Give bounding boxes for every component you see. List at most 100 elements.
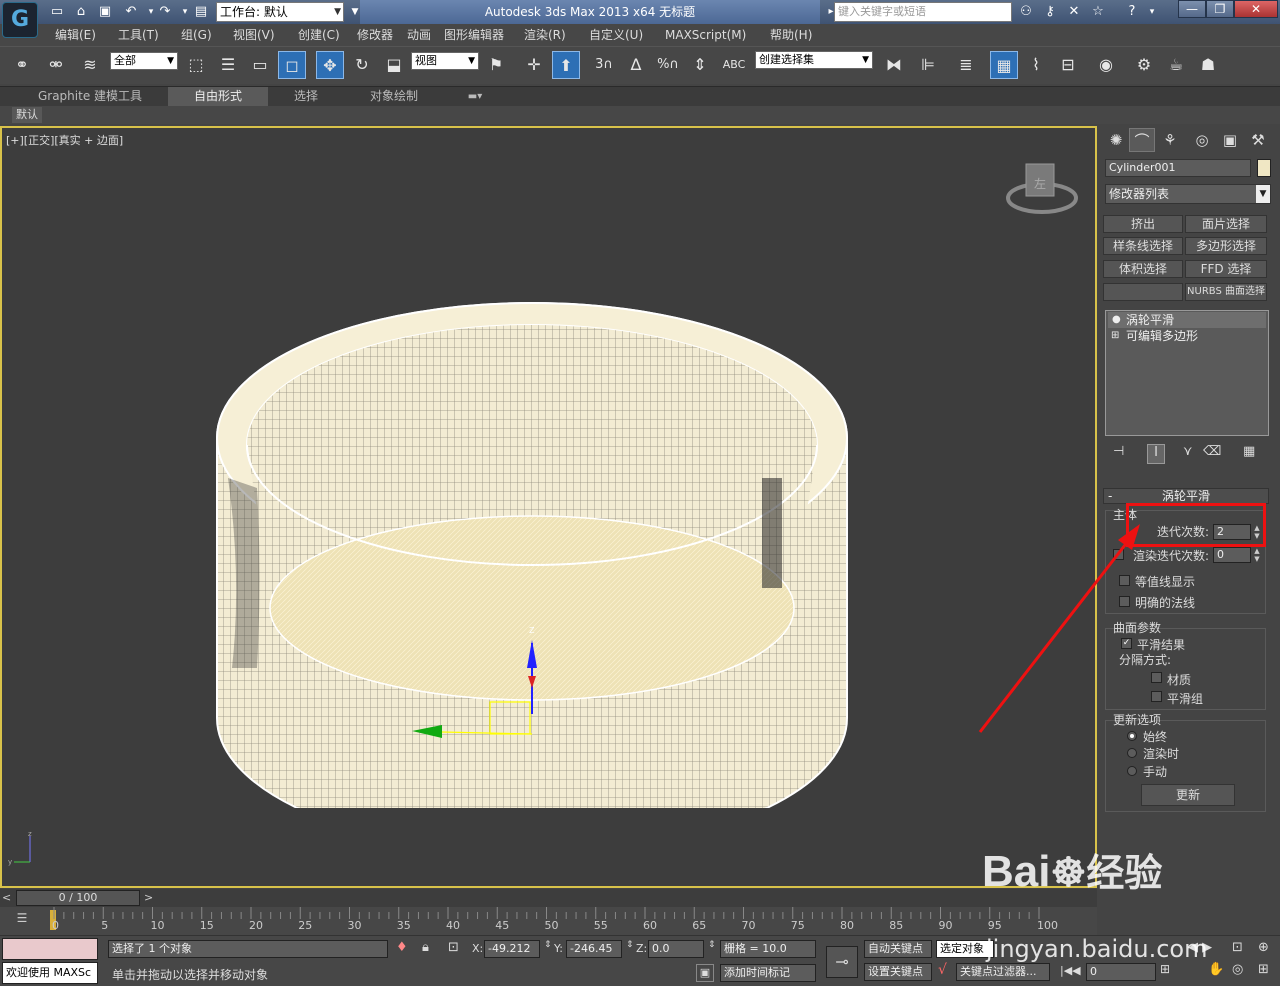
select-and-rotate-icon[interactable]: ↻ xyxy=(348,51,376,79)
open-file-icon[interactable]: ⌂ xyxy=(72,3,90,21)
help-dropdown-icon[interactable]: ▾ xyxy=(1142,3,1162,21)
render-iters-spin-arrows[interactable]: ▲ ▼ xyxy=(1253,547,1261,563)
create-tab-icon[interactable]: ✺ xyxy=(1103,128,1129,152)
stack-item-turbosmooth[interactable]: ● 涡轮平滑 xyxy=(1108,312,1266,328)
percent-snap-icon[interactable]: %∩ xyxy=(654,51,682,79)
window-crossing-icon[interactable]: ◻ xyxy=(278,51,306,79)
poly-select-button[interactable]: 多边形选择 xyxy=(1185,237,1267,255)
ffd-select-button[interactable]: FFD 选择 xyxy=(1185,260,1267,278)
maxscript-listener-mini[interactable] xyxy=(2,938,98,960)
menu-group[interactable]: 组(G) xyxy=(181,24,212,46)
unlink-icon[interactable]: ⚮ xyxy=(42,51,70,79)
z-spin-icon[interactable]: ⇕ xyxy=(708,940,716,950)
workspace-dropdown[interactable]: 工作台: 默认 ▼ xyxy=(216,2,344,22)
menu-rendering[interactable]: 渲染(R) xyxy=(524,24,566,46)
track-bar[interactable]: ☰ 0 5 10 15 20 25 30 35 40 45 50 55 60 65 70 75 80 85 90 95… xyxy=(0,907,1097,935)
pin-stack-icon[interactable]: ⊣ xyxy=(1113,444,1124,464)
spline-select-button[interactable]: 样条线选择 xyxy=(1103,237,1183,255)
x-coordinate-field[interactable]: -49.212 xyxy=(484,940,540,958)
close-button[interactable]: ✕ xyxy=(1234,0,1278,18)
menu-help[interactable]: 帮助(H) xyxy=(770,24,812,46)
mirror-icon[interactable]: ⧓ xyxy=(880,51,908,79)
update-manual-radio[interactable] xyxy=(1127,766,1137,776)
mini-curve-editor-icon[interactable]: ☰ xyxy=(10,911,34,929)
prev-frame-icon[interactable]: < xyxy=(2,891,11,904)
patch-select-button[interactable]: 面片选择 xyxy=(1185,215,1267,233)
angle-snap-icon[interactable]: ∆ xyxy=(622,51,650,79)
smoothing-groups-checkbox[interactable] xyxy=(1151,691,1162,702)
render-iters-spinner[interactable]: 0 xyxy=(1213,547,1251,563)
menu-animation[interactable]: 动画 xyxy=(407,24,431,46)
viewport-label[interactable]: [+][正交][真实 + 边面] xyxy=(6,132,123,148)
minimize-button[interactable]: — xyxy=(1178,0,1206,18)
auto-key-button[interactable]: 自动关键点 xyxy=(864,940,932,958)
app-logo-icon[interactable]: G xyxy=(2,2,38,38)
menu-customize[interactable]: 自定义(U) xyxy=(589,24,643,46)
menu-edit[interactable]: 编辑(E) xyxy=(55,24,96,46)
snaps-toggle-icon[interactable]: 3∩ xyxy=(590,51,618,79)
time-tag-icon[interactable]: ▣ xyxy=(696,964,714,982)
menu-modifiers[interactable]: 修改器 xyxy=(357,24,393,46)
render-setup-icon[interactable]: ⚙ xyxy=(1130,51,1158,79)
show-end-result-icon[interactable]: I xyxy=(1147,444,1165,464)
cylinder-mesh[interactable]: Z xyxy=(202,248,862,808)
menu-graph-editors[interactable]: 图形编辑器 xyxy=(444,24,504,46)
menu-tools[interactable]: 工具(T) xyxy=(118,24,159,46)
make-unique-icon[interactable]: ⋎ xyxy=(1183,444,1193,464)
menu-create[interactable]: 创建(C) xyxy=(298,24,340,46)
render-production-icon[interactable]: ☗ xyxy=(1194,51,1222,79)
zoom-extents-icon[interactable]: ⊡ xyxy=(1232,940,1243,955)
material-editor-icon[interactable]: ◉ xyxy=(1092,51,1120,79)
rendered-frame-window-icon[interactable]: ☕ xyxy=(1162,51,1190,79)
help-icon[interactable]: ? xyxy=(1122,3,1142,21)
key-filters-button[interactable]: 关键点过滤器... xyxy=(956,963,1050,981)
pivot-center-icon[interactable]: ⚑ xyxy=(482,51,510,79)
manipulate-icon[interactable]: ✛ xyxy=(520,51,548,79)
display-tab-icon[interactable]: ▣ xyxy=(1217,128,1243,152)
time-config-icon[interactable]: ⊞ xyxy=(1160,962,1170,976)
x-spin-icon[interactable]: ⇕ xyxy=(544,940,552,950)
link-icon[interactable]: ⚭ xyxy=(8,51,36,79)
restore-button[interactable]: ❐ xyxy=(1206,0,1234,18)
motion-tab-icon[interactable]: ◎ xyxy=(1189,128,1215,152)
layer-manager-icon[interactable]: ≣ xyxy=(952,51,980,79)
maximize-viewport-icon[interactable]: ⊞ xyxy=(1258,962,1269,977)
project-folder-icon[interactable]: ▤ xyxy=(192,3,210,21)
stack-item-editable-poly[interactable]: ⊞ 可编辑多边形 xyxy=(1108,328,1266,344)
align-icon[interactable]: ⊫ xyxy=(914,51,942,79)
expand-plus-icon[interactable]: ⊞ xyxy=(1111,328,1119,344)
viewcube-icon[interactable]: 左 xyxy=(1002,158,1082,224)
ribbon-subtab-default[interactable]: 默认 xyxy=(12,107,42,123)
lock-selection-icon[interactable]: 🔒︎ xyxy=(422,940,429,955)
z-coordinate-field[interactable]: 0.0 xyxy=(648,940,704,958)
zoom-all-icon[interactable]: ⊕ xyxy=(1258,940,1269,955)
tab-object-paint[interactable]: 对象绘制 xyxy=(354,87,434,106)
rectangular-selection-icon[interactable]: ▭ xyxy=(246,51,274,79)
modifier-list-dropdown[interactable]: 修改器列表 ▼ xyxy=(1105,184,1271,204)
spinner-snap-icon[interactable]: ⇕ xyxy=(686,51,714,79)
nurbs-surface-select-button[interactable]: NURBS 曲面选择 xyxy=(1185,283,1267,301)
select-and-move-icon[interactable]: ✥ xyxy=(316,51,344,79)
maxscript-welcome-text[interactable]: 欢迎使用 MAXSc xyxy=(2,962,98,984)
add-time-tag-button[interactable]: 添加时间标记 xyxy=(720,964,816,982)
current-frame-field[interactable]: 0 xyxy=(1086,963,1156,981)
next-frame-icon[interactable]: > xyxy=(144,891,153,904)
time-slider-thumb[interactable]: 0 / 100 xyxy=(16,890,140,906)
menu-views[interactable]: 视图(V) xyxy=(233,24,275,46)
volume-select-button[interactable]: 体积选择 xyxy=(1103,260,1183,278)
materials-checkbox[interactable] xyxy=(1151,672,1162,683)
subscription-icon[interactable]: ⚷ xyxy=(1040,3,1060,21)
time-slider[interactable]: < 0 / 100 > xyxy=(0,889,1097,907)
redo-icon[interactable]: ↷ xyxy=(156,3,174,21)
tab-selection[interactable]: 选择 xyxy=(276,87,336,106)
hierarchy-tab-icon[interactable]: ⚘ xyxy=(1157,128,1183,152)
remove-modifier-icon[interactable]: ⌫ xyxy=(1203,444,1221,464)
set-key-button[interactable]: 设置关键点 xyxy=(864,963,932,981)
rollout-turbosmooth-title[interactable]: - 涡轮平滑 xyxy=(1103,488,1269,504)
object-name-field[interactable]: Cylinder001 xyxy=(1105,159,1251,177)
y-spin-icon[interactable]: ⇕ xyxy=(626,940,634,950)
undo-icon[interactable]: ↶ xyxy=(122,3,140,21)
pan-view-icon[interactable]: ✋ xyxy=(1208,962,1224,977)
select-by-name-icon[interactable]: ☰ xyxy=(214,51,242,79)
keyboard-shortcut-override-icon[interactable]: ⬆ xyxy=(552,51,580,79)
